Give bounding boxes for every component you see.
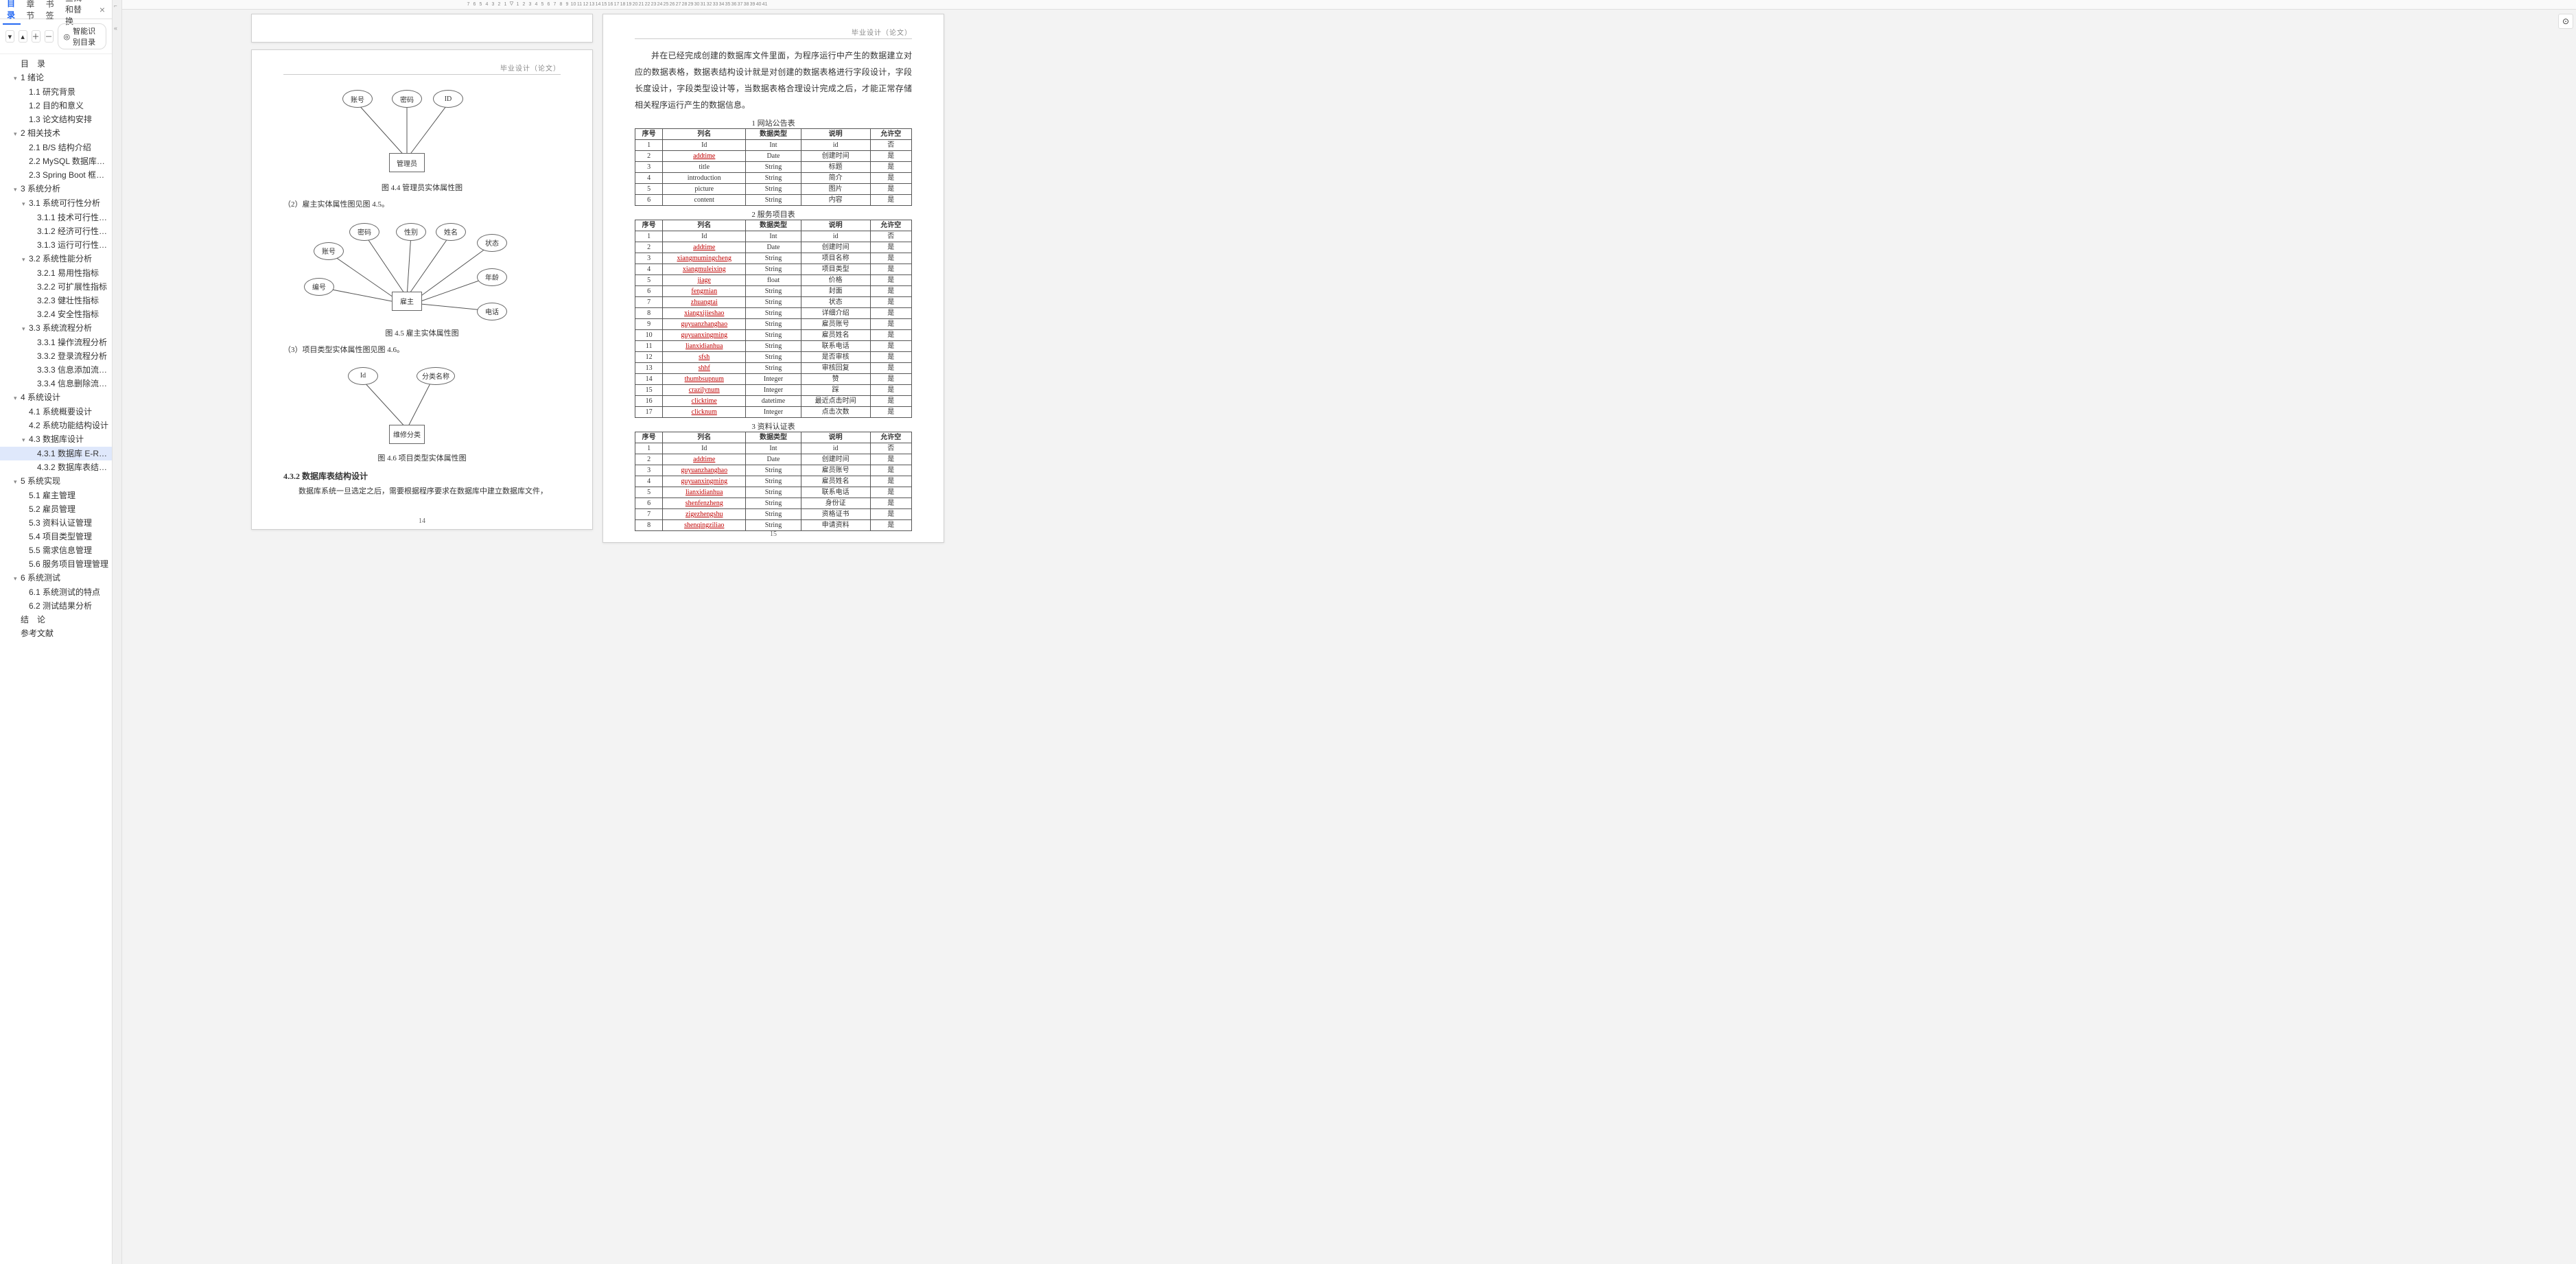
- outline-item[interactable]: ▾3.3 系统流程分析: [0, 321, 112, 336]
- table-title: 1 网站公告表: [635, 117, 912, 128]
- outline-item[interactable]: 5.3 资料认证管理: [0, 516, 112, 530]
- er-diagram-employer: 密码 性别 姓名 状态 账号 编号 年龄 电话 雇主: [283, 215, 561, 325]
- outline-item[interactable]: ▾2 相关技术: [0, 126, 112, 141]
- er-entity: 维修分类: [389, 425, 425, 444]
- er-attr: 年龄: [477, 268, 507, 286]
- outline-item[interactable]: 5.4 项目类型管理: [0, 530, 112, 543]
- outline-item[interactable]: 3.3.3 信息添加流程分析: [0, 363, 112, 377]
- body-line: （2）雇主实体属性图见图 4.5。: [283, 198, 561, 212]
- page-15: 毕业设计（论文） 并在已经完成创建的数据库文件里面，为程序运行中产生的数据建立对…: [602, 14, 944, 543]
- outline-item[interactable]: ▾6 系统测试: [0, 571, 112, 585]
- er-entity: 管理员: [389, 153, 425, 172]
- smart-outline-button[interactable]: ◎ 智能识别目录: [58, 23, 107, 49]
- er-attr: 电话: [477, 303, 507, 320]
- figure-caption: 图 4.6 项目类型实体属性图: [283, 452, 561, 463]
- page-number: 14: [252, 517, 592, 525]
- heading-4-3-2: 4.3.2 数据库表结构设计: [283, 470, 561, 482]
- page-number: 15: [603, 530, 944, 538]
- sidebar: 目录 章节 书签 查找和替换 × ▾ ▴ ＋ － ◎ 智能识别目录 目 录▾1 …: [0, 0, 113, 1264]
- body-paragraph: 数据库系统一旦选定之后，需要根据程序要求在数据库中建立数据库文件，: [283, 484, 561, 499]
- er-attr: 分类名称: [417, 367, 455, 385]
- outline-item[interactable]: ▾1 绪论: [0, 71, 112, 85]
- page-prev-bottom: [251, 14, 593, 43]
- outline-item[interactable]: 3.3.2 登录流程分析: [0, 349, 112, 363]
- er-attr: 密码: [392, 90, 422, 108]
- er-attr: 姓名: [436, 223, 466, 241]
- er-attr: 性别: [396, 223, 426, 241]
- page-header: 毕业设计（论文）: [283, 62, 561, 75]
- outline-item[interactable]: 3.1.2 经济可行性分析: [0, 224, 112, 238]
- figure-caption: 图 4.5 雇主实体属性图: [283, 327, 561, 338]
- outline-item[interactable]: 1.1 研究背景: [0, 85, 112, 99]
- outline-item[interactable]: 2.2 MySQL 数据库介绍: [0, 154, 112, 168]
- chevron-down-icon[interactable]: ▾: [5, 30, 14, 43]
- outline-item[interactable]: 参考文献: [0, 627, 112, 640]
- vertical-ruler: ⌐ «: [113, 0, 122, 1264]
- outline-item[interactable]: 2.1 B/S 结构介绍: [0, 141, 112, 154]
- outline-item[interactable]: 3.1.1 技术可行性分析: [0, 211, 112, 224]
- er-attr: ID: [433, 90, 463, 108]
- er-attr: 编号: [304, 278, 334, 296]
- outline-item[interactable]: 1.3 论文结构安排: [0, 113, 112, 126]
- document-canvas[interactable]: 7654321▽12345678910111213141516171819202…: [122, 0, 2576, 1264]
- outline-item[interactable]: 1.2 目的和意义: [0, 99, 112, 113]
- outline-item[interactable]: ▾5 系统实现: [0, 474, 112, 489]
- close-icon[interactable]: ×: [95, 1, 109, 18]
- outline-tree[interactable]: 目 录▾1 绪论1.1 研究背景1.2 目的和意义1.3 论文结构安排▾2 相关…: [0, 54, 112, 1264]
- outline-item[interactable]: 4.2 系统功能结构设计: [0, 419, 112, 432]
- outline-item[interactable]: 5.1 雇主管理: [0, 489, 112, 502]
- outline-item[interactable]: 2.3 Spring Boot 框架介绍: [0, 168, 112, 182]
- outline-item[interactable]: 4.1 系统概要设计: [0, 405, 112, 419]
- page-14: 毕业设计（论文） 账号 密码 ID 管理员 图 4.4 管理员实体属性图 （2）…: [251, 49, 593, 530]
- body-line: （3）项目类型实体属性图见图 4.6。: [283, 344, 561, 358]
- page-header: 毕业设计（论文）: [635, 27, 912, 39]
- locate-icon[interactable]: ⊙: [2558, 14, 2573, 29]
- outline-item[interactable]: 3.2.1 易用性指标: [0, 266, 112, 280]
- chevron-up-icon[interactable]: ▴: [19, 30, 27, 43]
- target-icon: ◎: [64, 32, 71, 41]
- outline-item[interactable]: ▾4.3 数据库设计: [0, 432, 112, 447]
- outline-item[interactable]: 4.3.2 数据库表结构设计: [0, 460, 112, 474]
- er-entity: 雇主: [392, 292, 422, 311]
- outline-item[interactable]: 5.6 服务项目管理管理: [0, 557, 112, 571]
- smart-outline-label: 智能识别目录: [73, 25, 100, 47]
- outline-item[interactable]: 3.1.3 运行可行性分析: [0, 238, 112, 252]
- table-title: 2 服务项目表: [635, 209, 912, 220]
- db-table-2: 序号列名数据类型说明允许空1IdIntid否2addtimeDate创建时间是3…: [635, 220, 912, 418]
- er-attr: Id: [348, 367, 378, 385]
- sidebar-tabs: 目录 章节 书签 查找和替换 ×: [0, 0, 112, 19]
- er-diagram-admin: 账号 密码 ID 管理员: [283, 83, 561, 179]
- outline-item[interactable]: 3.3.4 信息删除流程分析: [0, 377, 112, 390]
- outline-item[interactable]: 3.2.4 安全性指标: [0, 307, 112, 321]
- outline-item[interactable]: 目 录: [0, 57, 112, 71]
- er-attr: 密码: [349, 223, 379, 241]
- minus-icon[interactable]: －: [45, 30, 54, 43]
- outline-item[interactable]: 4.3.1 数据库 E-R 图设计: [0, 447, 112, 460]
- plus-icon[interactable]: ＋: [32, 30, 40, 43]
- outline-item[interactable]: 3.2.2 可扩展性指标: [0, 280, 112, 294]
- outline-item[interactable]: ▾3.1 系统可行性分析: [0, 196, 112, 211]
- table-title: 3 资料认证表: [635, 421, 912, 432]
- body-paragraph: 并在已经完成创建的数据库文件里面，为程序运行中产生的数据建立对应的数据表格，数据…: [635, 47, 912, 113]
- outline-item[interactable]: 结 论: [0, 613, 112, 627]
- outline-item[interactable]: 3.3.1 操作流程分析: [0, 336, 112, 349]
- er-diagram-category: Id 分类名称 维修分类: [283, 360, 561, 449]
- outline-item[interactable]: 5.2 雇员管理: [0, 502, 112, 516]
- sidebar-toolbar: ▾ ▴ ＋ － ◎ 智能识别目录: [0, 19, 112, 54]
- outline-item[interactable]: ▾3.2 系统性能分析: [0, 252, 112, 266]
- outline-item[interactable]: 6.1 系统测试的特点: [0, 585, 112, 599]
- horizontal-ruler: 7654321▽12345678910111213141516171819202…: [122, 0, 2576, 10]
- outline-item[interactable]: 5.5 需求信息管理: [0, 543, 112, 557]
- outline-item[interactable]: 3.2.3 健壮性指标: [0, 294, 112, 307]
- outline-item[interactable]: 6.2 测试结果分析: [0, 599, 112, 613]
- er-attr: 账号: [342, 90, 373, 108]
- er-attr: 账号: [314, 242, 344, 260]
- db-table-1: 序号列名数据类型说明允许空1IdIntid否2addtimeDate创建时间是3…: [635, 128, 912, 206]
- outline-item[interactable]: ▾4 系统设计: [0, 390, 112, 405]
- figure-caption: 图 4.4 管理员实体属性图: [283, 182, 561, 193]
- db-table-3: 序号列名数据类型说明允许空1IdIntid否2addtimeDate创建时间是3…: [635, 432, 912, 531]
- er-attr: 状态: [477, 234, 507, 252]
- outline-item[interactable]: ▾3 系统分析: [0, 182, 112, 196]
